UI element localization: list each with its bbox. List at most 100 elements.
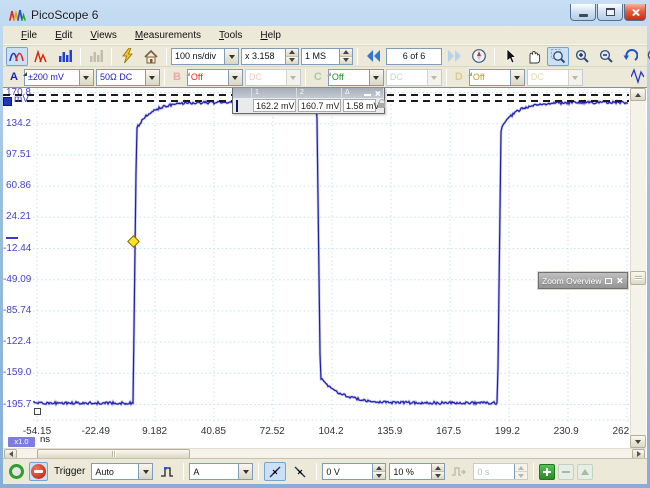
channel-d-range-dropdown[interactable]: Off (469, 69, 525, 86)
persistence-view-icon (57, 48, 73, 64)
chevron-down-icon[interactable] (79, 70, 93, 85)
hand-tool[interactable] (523, 47, 545, 66)
lock-icon[interactable] (378, 103, 385, 108)
auto-setup-button[interactable] (116, 47, 138, 66)
channel-a-ruler-handle[interactable] (3, 97, 12, 106)
chevron-down-icon[interactable] (224, 49, 238, 64)
sample-count-spinner[interactable]: 1 MS (301, 48, 353, 65)
channel-a-range-value: ±200 mV (25, 72, 79, 82)
stop-capture-button[interactable] (29, 462, 48, 481)
pre-trigger-spinner[interactable]: 10 % (389, 463, 445, 480)
divider (3, 87, 647, 88)
sample-count-value: 1 MS (302, 51, 339, 61)
channel-d-label: D (455, 71, 463, 83)
spinner-arrows[interactable] (372, 464, 385, 479)
scope-view-icon (9, 48, 26, 64)
zoom-overview-panel[interactable]: Zoom Overview (538, 272, 628, 289)
channel-c-range-dropdown[interactable]: Off (328, 69, 384, 86)
maximize-button[interactable] (597, 4, 623, 21)
zoom-100-icon: 100 (646, 48, 650, 64)
home-icon (143, 49, 159, 64)
falling-edge-button[interactable] (289, 462, 311, 481)
menu-edit[interactable]: Edit (47, 28, 80, 43)
ruler-legend[interactable]: 1 2 Δ 162.2 mV 160.7 mV 1.58 mV (232, 87, 385, 114)
waveform-plot[interactable] (33, 88, 629, 422)
channel-b-coupling-dropdown-disabled: DC (245, 69, 301, 86)
channel-a-coupling-dropdown[interactable]: 50Ω DC (96, 69, 160, 86)
home-button[interactable] (140, 47, 162, 66)
close-icon[interactable] (374, 90, 380, 96)
chevron-down-icon[interactable] (228, 70, 242, 85)
chevron-down-icon[interactable] (145, 70, 159, 85)
pre-trigger-value: 10 % (390, 467, 431, 477)
rising-edge-button[interactable] (264, 462, 286, 481)
buffer-navigator-button[interactable] (468, 47, 490, 66)
title-bar[interactable]: PicoScope 6 (3, 3, 647, 26)
timebase-dropdown[interactable]: 100 ns/div (171, 48, 239, 65)
scroll-up-button[interactable] (630, 88, 646, 101)
trigger-label: Trigger (54, 466, 85, 477)
trigger-mode-dropdown[interactable]: Auto (91, 463, 153, 480)
y-tick-label: -12.44 (3, 243, 31, 255)
x-axis-zoom-badge: x1.0 (8, 437, 35, 447)
zoom-100-button[interactable]: 100 (643, 47, 650, 66)
previous-buffer-button[interactable] (362, 47, 384, 66)
menu-file[interactable]: File (13, 28, 45, 43)
x-tick-label: -54.15 (12, 426, 62, 437)
channel-a-color-chip (236, 100, 238, 112)
spinner-arrows[interactable] (339, 49, 352, 64)
spinner-arrows[interactable] (431, 464, 444, 479)
signal-generator-button[interactable] (631, 68, 644, 87)
vertical-scrollbar-thumb[interactable] (630, 271, 646, 285)
menu-measurements[interactable]: Measurements (127, 28, 209, 43)
close-icon[interactable] (616, 277, 623, 284)
persistence-view-button[interactable] (54, 47, 76, 66)
channel-b-range-dropdown[interactable]: Off (187, 69, 243, 86)
scroll-down-button[interactable] (630, 435, 646, 448)
trigger-mode-value: Auto (92, 467, 138, 477)
chevron-down-icon[interactable] (138, 464, 152, 479)
minimize-button[interactable] (570, 4, 596, 21)
chevron-down-icon[interactable] (369, 70, 383, 85)
x-tick-label: 40.85 (188, 426, 238, 437)
zoom-out-icon (598, 48, 614, 64)
zoom-factor-spinner[interactable]: x 3.158 (241, 48, 299, 65)
double-left-arrow-icon (365, 49, 381, 63)
minimize-icon[interactable] (364, 94, 371, 96)
chevron-down-icon[interactable] (510, 70, 524, 85)
y-tick-label: 97.51 (3, 149, 31, 161)
add-measurement-button[interactable] (539, 464, 555, 480)
menu-help[interactable]: Help (252, 28, 289, 43)
undo-zoom-button[interactable] (619, 47, 641, 66)
zoom-out-tool[interactable] (595, 47, 617, 66)
chevron-down-icon[interactable] (238, 464, 252, 479)
scope-view[interactable]: mV 170.8134.297.5160.8624.21-12.44-49.09… (3, 87, 647, 458)
scope-view-button[interactable] (6, 47, 28, 66)
close-button[interactable] (624, 4, 646, 21)
spectrum-view-button[interactable] (30, 47, 52, 66)
trigger-source-dropdown[interactable]: A (189, 463, 253, 480)
float-window-icon[interactable] (605, 278, 612, 284)
start-capture-button[interactable] (7, 462, 26, 481)
spinner-arrows[interactable] (285, 49, 298, 64)
menu-tools[interactable]: Tools (211, 28, 250, 43)
trigger-level-value: 0 V (323, 467, 372, 477)
normal-cursor-tool[interactable] (499, 47, 521, 66)
separator (183, 463, 184, 480)
advanced-trigger-button[interactable] (156, 462, 178, 481)
buffer-position-field[interactable]: 6 of 6 (386, 48, 442, 65)
x-tick-label: 230.9 (541, 426, 591, 437)
chevron-down-icon (286, 70, 300, 85)
time-ruler-handle[interactable] (34, 408, 41, 415)
zoom-box-tool[interactable] (547, 47, 569, 66)
zoom-in-tool[interactable] (571, 47, 593, 66)
ruler-legend-header[interactable]: 1 2 Δ (233, 88, 384, 98)
channel-a-range-dropdown[interactable]: ±200 mV (24, 69, 94, 86)
vertical-scrollbar[interactable] (630, 88, 646, 448)
double-right-arrow-icon (447, 49, 463, 63)
trigger-level-spinner[interactable]: 0 V (322, 463, 386, 480)
separator (80, 48, 81, 65)
y-tick-label: 24.21 (3, 211, 31, 223)
separator (494, 48, 495, 65)
menu-views[interactable]: Views (82, 28, 125, 43)
